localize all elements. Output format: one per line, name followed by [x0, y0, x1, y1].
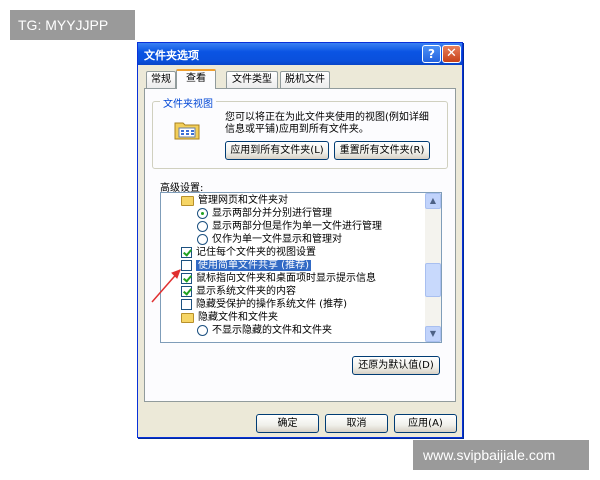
cancel-button[interactable]: 取消 — [325, 414, 388, 433]
close-button[interactable]: ✕ — [442, 45, 461, 63]
scroll-down-arrow-icon[interactable]: ▼ — [425, 326, 441, 342]
list-item-remember-view-settings[interactable]: 记住每个文件夹的视图设置 — [181, 246, 316, 259]
checkbox-show-system-folder-contents[interactable] — [181, 286, 192, 297]
scroll-up-arrow-icon[interactable]: ▲ — [425, 193, 441, 209]
list-item-hide-protected-os-files[interactable]: 隐藏受保护的操作系统文件 (推荐) — [181, 298, 347, 311]
tab-view[interactable]: 查看 — [176, 69, 216, 89]
list-item-show-pop-up-description[interactable]: 鼠标指向文件夹和桌面项时显示提示信息 — [181, 272, 376, 285]
folder-views-title: 文件夹视图 — [160, 95, 216, 110]
list-item-manage-web-pages[interactable]: 管理网页和文件夹对 — [181, 194, 288, 207]
radio-do-not-show-hidden[interactable] — [197, 325, 208, 336]
checkbox-hide-protected-os-files[interactable] — [181, 299, 192, 310]
list-item-hidden-files-and-folders[interactable]: 隐藏文件和文件夹 — [181, 311, 278, 324]
list-item-show-both-manage-separately[interactable]: 显示两部分并分别进行管理 — [197, 207, 332, 220]
radio-show-both-single[interactable] — [197, 221, 208, 232]
folder-options-dialog: 文件夹选项 ? ✕ 常规 查看 文件类型 脱机文件 文件夹视图 您可以将正在为此… — [137, 42, 463, 438]
list-item-simple-file-sharing[interactable]: 使用简单文件共享 (推荐) — [181, 259, 311, 272]
tab-offline-files[interactable]: 脱机文件 — [280, 71, 330, 88]
list-item-show-both-manage-single[interactable]: 显示两部分但是作为单一文件进行管理 — [197, 220, 382, 233]
folder-icon — [181, 195, 194, 206]
checkbox-remember-view-settings[interactable] — [181, 247, 192, 258]
vertical-scrollbar[interactable]: ▲ ▼ — [425, 193, 441, 342]
watermark-bottom-right: www.svipbaijiale.com — [413, 440, 589, 470]
list-item-show-system-folder-contents[interactable]: 显示系统文件夹的内容 — [181, 285, 296, 298]
tab-file-types[interactable]: 文件类型 — [226, 71, 278, 88]
help-button[interactable]: ? — [422, 45, 441, 63]
radio-single-file-only[interactable] — [197, 234, 208, 245]
checkbox-show-pop-up-description[interactable] — [181, 273, 192, 284]
checkbox-simple-file-sharing[interactable] — [181, 260, 192, 271]
apply-button[interactable]: 应用(A) — [394, 414, 457, 433]
advanced-settings-list[interactable]: 管理网页和文件夹对 显示两部分并分别进行管理 显示两部分但是作为单一文件进行管理… — [160, 192, 442, 343]
scrollbar-thumb[interactable] — [425, 263, 441, 297]
folder-icon — [181, 312, 194, 323]
folder-views-icon — [174, 122, 200, 140]
restore-defaults-button[interactable]: 还原为默认值(D) — [352, 356, 440, 375]
apply-to-all-folders-button[interactable]: 应用到所有文件夹(L) — [225, 141, 329, 160]
folder-views-description: 您可以将正在为此文件夹使用的视图(例如详细信息或平铺)应用到所有文件夹。 — [225, 112, 429, 135]
tab-general[interactable]: 常规 — [146, 71, 176, 88]
reset-all-folders-button[interactable]: 重置所有文件夹(R) — [334, 141, 430, 160]
ok-button[interactable]: 确定 — [256, 414, 319, 433]
title-bar[interactable]: 文件夹选项 ? ✕ — [138, 43, 462, 65]
list-item-do-not-show-hidden[interactable]: 不显示隐藏的文件和文件夹 — [197, 324, 332, 337]
watermark-top-left: TG: MYYJJPP — [10, 10, 135, 40]
radio-show-both-separately[interactable] — [197, 208, 208, 219]
window-title: 文件夹选项 — [144, 49, 199, 62]
list-item-single-file-only[interactable]: 仅作为单一文件显示和管理对 — [197, 233, 342, 246]
